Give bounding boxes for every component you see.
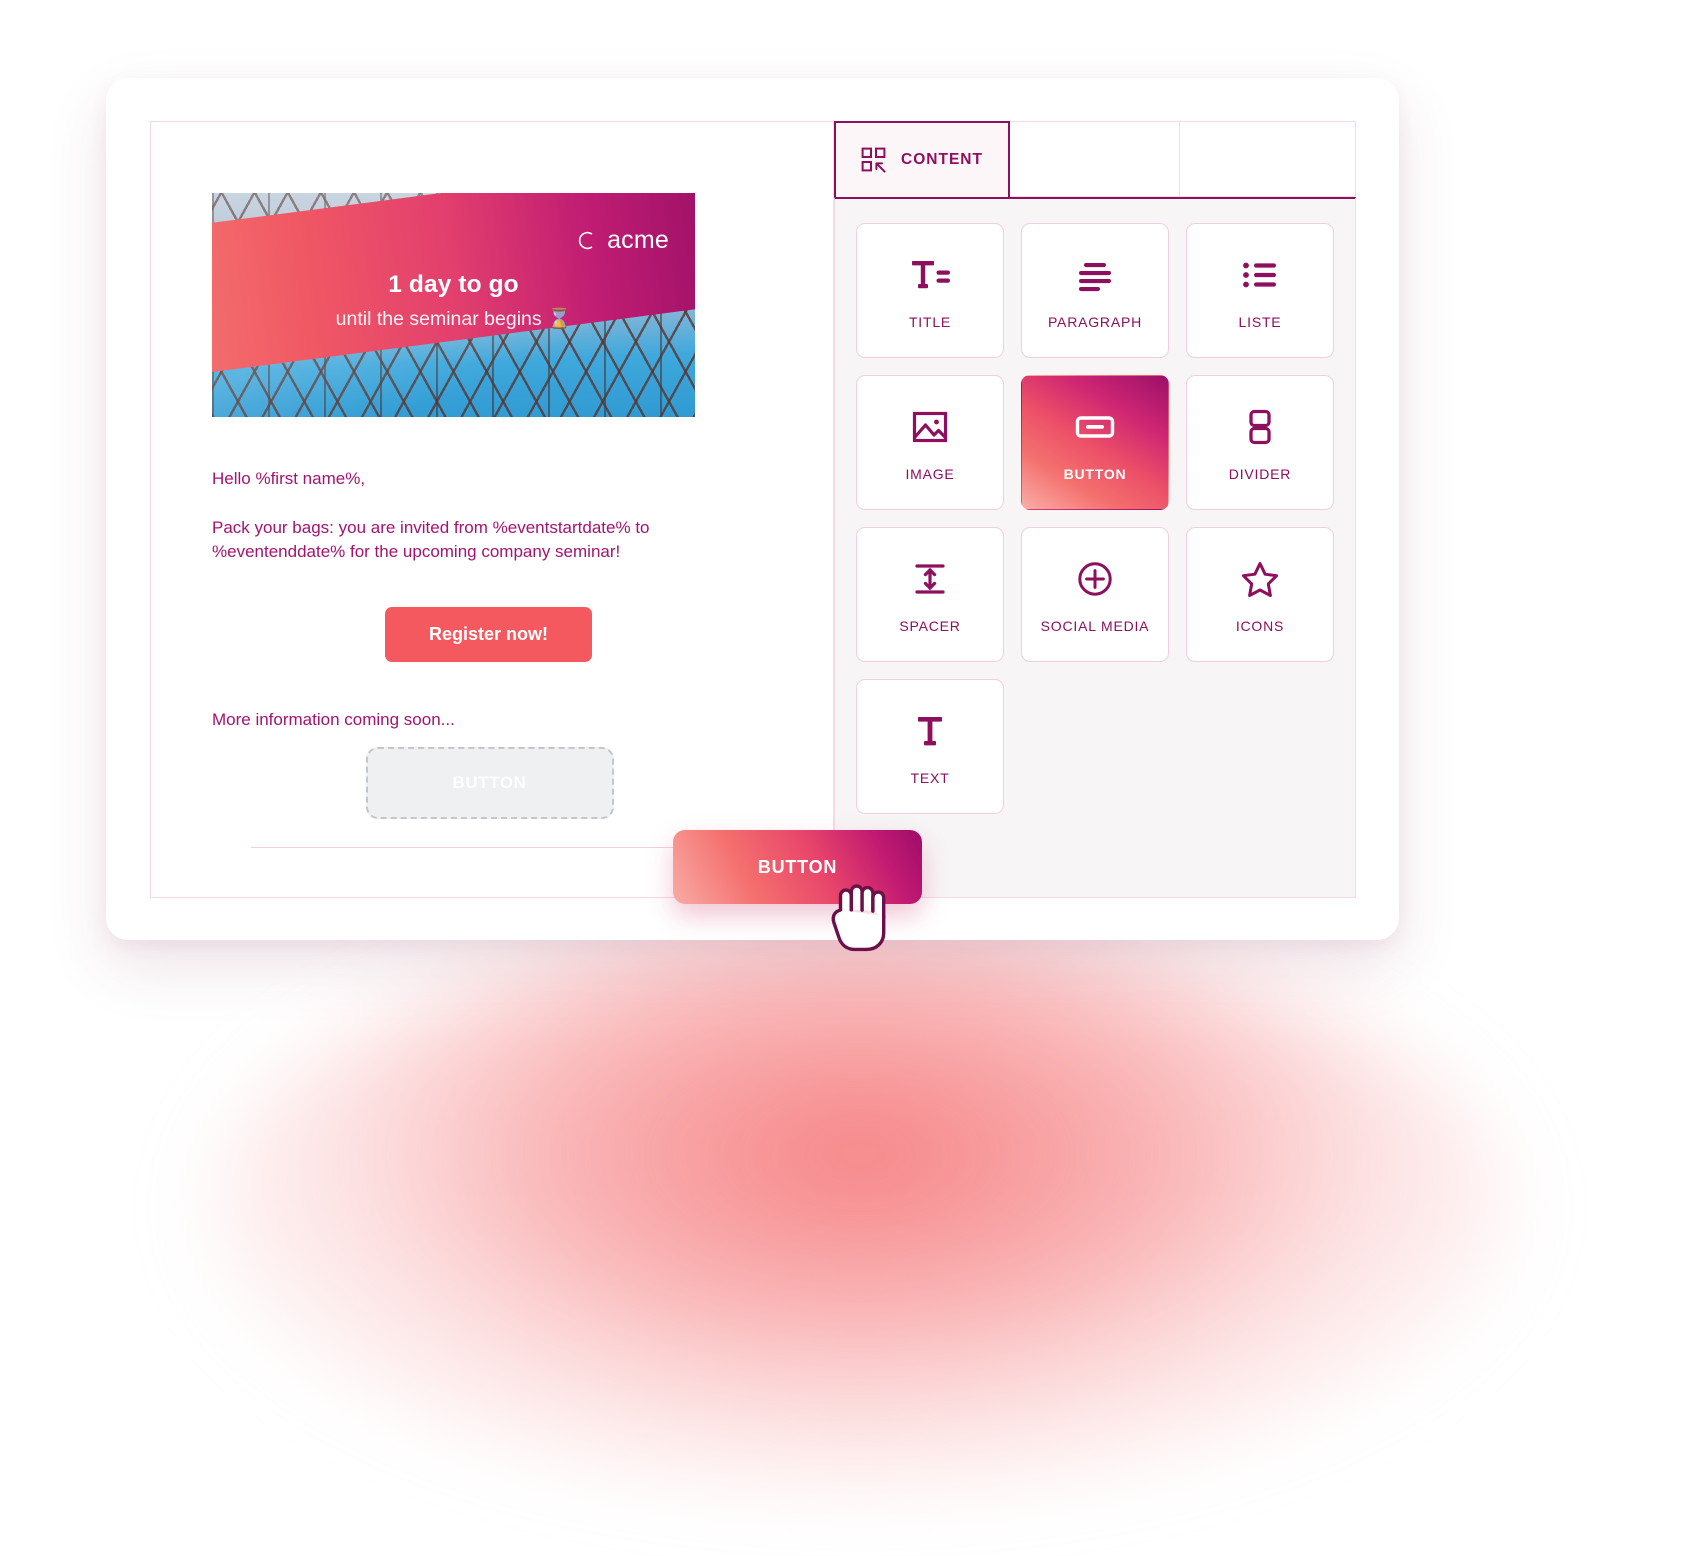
block-liste[interactable]: LISTE (1186, 223, 1334, 358)
block-icons-label: ICONS (1235, 617, 1285, 634)
ambient-glow (210, 930, 1510, 1490)
grid-cursor-icon (861, 147, 886, 173)
block-social-media[interactable]: SOCIAL MEDIA (1021, 527, 1169, 662)
hero-content: acme 1 day to go until the seminar begin… (212, 193, 695, 417)
star-icon (1241, 561, 1279, 597)
block-spacer[interactable]: SPACER (856, 527, 1004, 662)
editor-workspace: acme 1 day to go until the seminar begin… (150, 121, 1356, 952)
cta-row: Register now! (212, 606, 773, 662)
block-button-label: BUTTON (1063, 465, 1127, 482)
block-button[interactable]: BUTTON (1021, 375, 1169, 510)
tab-tertiary[interactable] (1180, 121, 1356, 197)
block-title[interactable]: TITLE (856, 223, 1004, 358)
block-icons[interactable]: ICONS (1186, 527, 1334, 662)
block-paragraph-label: PARAGRAPH (1047, 313, 1143, 330)
panel-tabbar: CONTENT (834, 121, 1356, 197)
tab-content[interactable]: CONTENT (834, 121, 1010, 197)
email-greeting: Hello %first name%, (212, 469, 366, 488)
content-blocks-grid: TITLE PARAGRAPH LISTE IMAGE BUTTON DIVID… (834, 197, 1356, 898)
hero-subline: until the seminar begins ⌛ (335, 308, 572, 330)
button-drop-zone[interactable]: BUTTON (365, 746, 614, 819)
block-liste-label: LISTE (1238, 313, 1282, 330)
register-now-button[interactable]: Register now! (384, 606, 592, 662)
dropzone-row: BUTTON (212, 746, 773, 819)
image-icon (912, 411, 948, 442)
hero-banner[interactable]: acme 1 day to go until the seminar begin… (212, 193, 695, 417)
grabbing-hand-cursor (831, 884, 886, 952)
block-text[interactable]: TEXT (856, 679, 1004, 814)
brand-name: acme (607, 226, 669, 254)
social-media-icon (1078, 561, 1112, 596)
email-canvas[interactable]: acme 1 day to go until the seminar begin… (150, 121, 922, 952)
button-icon (1075, 415, 1115, 438)
list-icon (1243, 262, 1276, 287)
block-social-media-label: SOCIAL MEDIA (1040, 617, 1150, 634)
spacer-icon (915, 563, 945, 594)
email-divider-line (251, 846, 734, 848)
block-spacer-label: SPACER (899, 617, 961, 634)
text-icon (918, 716, 942, 745)
paragraph-icon (1079, 262, 1111, 291)
email-footer-note: More information coming soon... (212, 709, 455, 729)
block-paragraph[interactable]: PARAGRAPH (1021, 223, 1169, 358)
brand-logo: acme (577, 226, 669, 255)
block-title-label: TITLE (908, 313, 952, 330)
block-image-label: IMAGE (905, 465, 955, 482)
block-divider-label: DIVIDER (1228, 465, 1292, 482)
tab-secondary[interactable] (1010, 121, 1180, 197)
title-icon (912, 260, 950, 288)
email-body: acme 1 day to go until the seminar begin… (151, 122, 833, 848)
content-side-panel: CONTENT TITLE PARAGRAPH LISTE IMAGE BUTT… (834, 121, 1356, 898)
hero-headline: 1 day to go (388, 271, 519, 298)
app-window: acme 1 day to go until the seminar begin… (106, 78, 1399, 952)
tab-content-label: CONTENT (901, 151, 983, 168)
block-divider[interactable]: DIVIDER (1186, 375, 1334, 510)
divider-icon (1249, 409, 1271, 444)
email-paragraph: Pack your bags: you are invited from %ev… (212, 517, 650, 561)
block-image[interactable]: IMAGE (856, 375, 1004, 510)
block-text-label: TEXT (910, 769, 950, 786)
circle-logo-icon (578, 231, 593, 250)
